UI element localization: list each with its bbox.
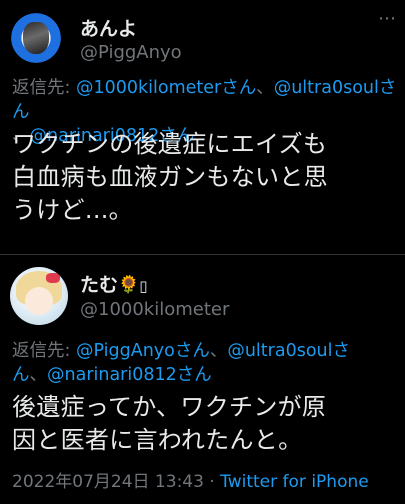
reply-to-line: 返信先: @PiggAnyoさん、@ultra0soulさ ん、@narinari…	[12, 339, 397, 387]
avatar[interactable]	[6, 8, 66, 68]
tweet-2: たむ🌻▯ @1000kilometer 返信先: @PiggAnyoさん、@ul…	[0, 255, 405, 504]
mention-link[interactable]: @PiggAnyoさん	[76, 341, 210, 361]
tweet-text-line: 後遺症ってか、ワクチンが原	[12, 393, 327, 421]
mention-link[interactable]: @narinari0812さん	[47, 365, 212, 385]
tweet-1: あんよ @PiggAnyo ⋯ 返信先: @1000kilometerさん、@u…	[0, 0, 405, 255]
tweet-text: ワクチンの後遺症にエイズも 白血病も血液ガンもないと思 うけど...。	[12, 128, 398, 227]
separator: 、	[29, 365, 48, 385]
dot-separator: ·	[203, 472, 221, 492]
timestamp[interactable]: 2022年07月24日 13:43	[12, 472, 204, 492]
unknown-glyph: ▯	[139, 277, 148, 295]
mention-link[interactable]: @1000kilometerさん	[76, 78, 256, 98]
tweet-text-line: 因と医者に言われたんと。	[12, 426, 303, 454]
tweet-text-line: 白血病も血液ガンもないと思	[12, 163, 328, 191]
tweet-text-line: うけど...。	[12, 196, 133, 224]
source-link[interactable]: Twitter for iPhone	[220, 472, 369, 492]
reply-prefix: 返信先:	[12, 341, 76, 361]
display-name-text: たむ	[80, 274, 119, 296]
tweet-meta: 2022年07月24日 13:43 · Twitter for iPhone	[12, 467, 369, 492]
reply-prefix: 返信先:	[12, 78, 76, 98]
display-name[interactable]: たむ🌻▯	[80, 270, 147, 297]
avatar-face	[25, 287, 53, 315]
avatar-photo	[23, 22, 49, 54]
tweet-text: 後遺症ってか、ワクチンが原 因と医者に言われたんと。	[12, 391, 398, 457]
tweet-text-line: ワクチンの後遺症にエイズも	[12, 130, 328, 158]
mention-link[interactable]: @ultra0soulさ	[227, 341, 350, 361]
avatar-ribbon	[46, 273, 60, 283]
separator: 、	[256, 78, 274, 98]
more-icon[interactable]: ⋯	[378, 8, 397, 29]
display-name[interactable]: あんよ	[80, 14, 137, 41]
separator: 、	[209, 341, 228, 361]
user-handle[interactable]: @1000kilometer	[80, 299, 229, 320]
user-handle[interactable]: @PiggAnyo	[80, 42, 182, 63]
sunflower-icon: 🌻	[118, 275, 140, 295]
mention-link[interactable]: ん	[12, 365, 30, 385]
avatar[interactable]	[10, 267, 68, 325]
